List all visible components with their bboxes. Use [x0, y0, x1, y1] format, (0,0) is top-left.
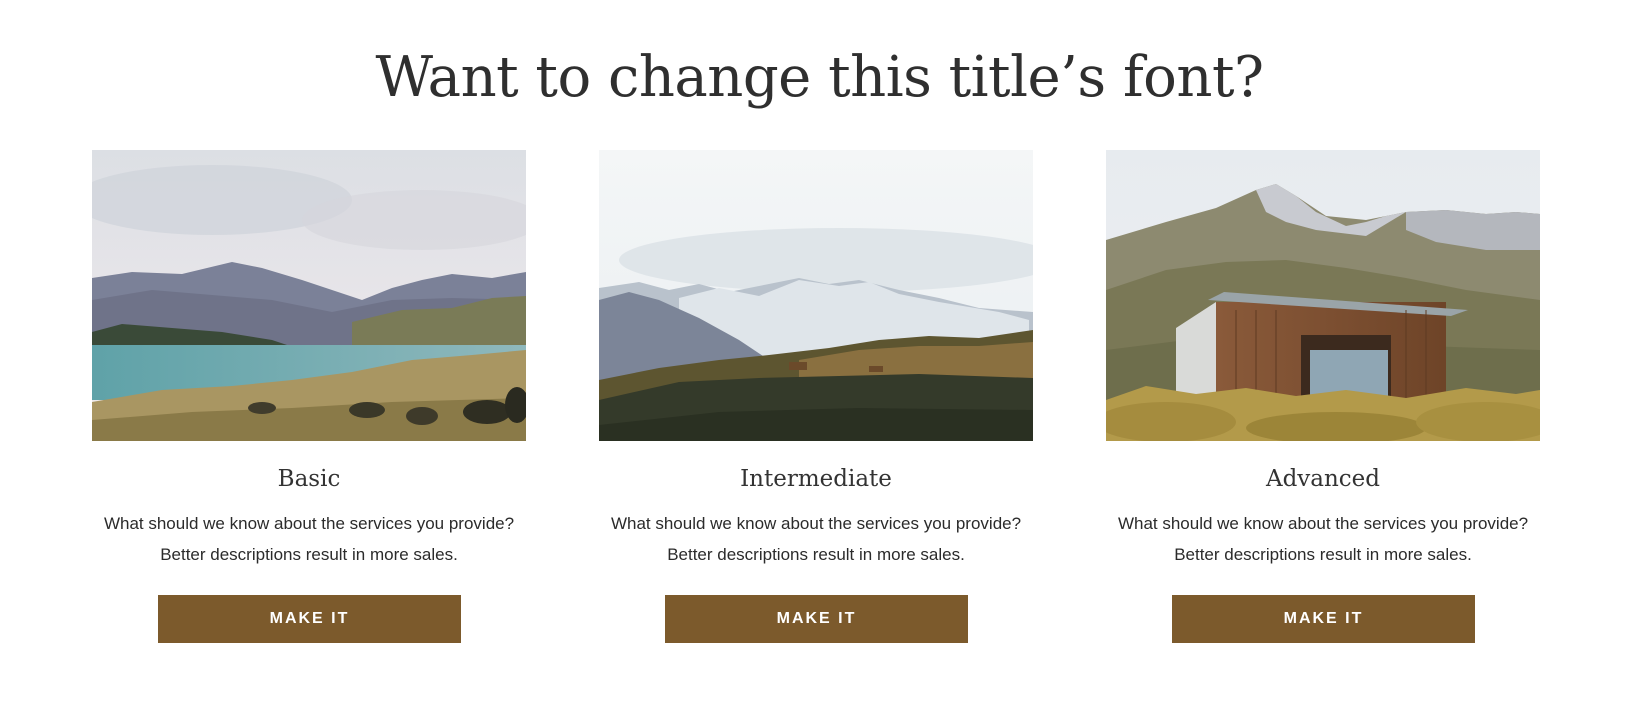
snowy-mountains-photo	[599, 150, 1033, 441]
lake-mountains-photo	[92, 150, 526, 441]
service-card-advanced: Advanced What should we know about the s…	[1106, 150, 1540, 650]
card-title: Intermediate	[740, 466, 892, 492]
card-description-line: What should we know about the services y…	[103, 514, 515, 533]
card-description: What should we know about the services y…	[599, 508, 1033, 570]
card-description-line: What should we know about the services y…	[1117, 514, 1529, 533]
card-title: Advanced	[1265, 466, 1381, 492]
page-title: Want to change this title’s font?	[375, 45, 1264, 110]
mountain-cabin-photo	[1106, 150, 1540, 441]
make-it-button-basic[interactable]: MAKE IT	[158, 595, 461, 643]
card-description-line: What should we know about the services y…	[610, 514, 1022, 533]
card-description-line: Better descriptions result in more sales…	[1174, 545, 1472, 564]
make-it-button-intermediate[interactable]: MAKE IT	[665, 595, 968, 643]
service-card-basic: Basic What should we know about the serv…	[92, 150, 526, 650]
card-title: Basic	[277, 466, 341, 492]
service-card-intermediate: Intermediate What should we know about t…	[599, 150, 1033, 650]
card-description-line: Better descriptions result in more sales…	[160, 545, 458, 564]
card-description: What should we know about the services y…	[1106, 508, 1540, 570]
card-description: What should we know about the services y…	[92, 508, 526, 570]
make-it-button-advanced[interactable]: MAKE IT	[1172, 595, 1475, 643]
card-description-line: Better descriptions result in more sales…	[667, 545, 965, 564]
